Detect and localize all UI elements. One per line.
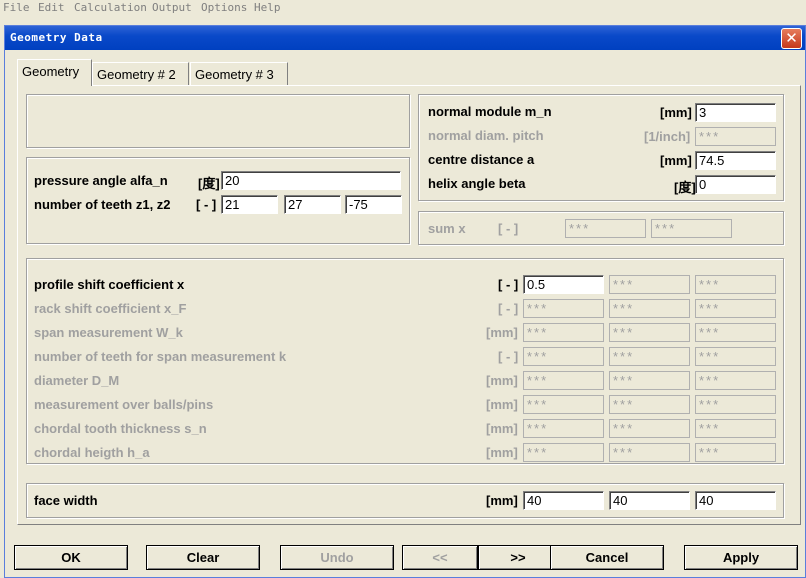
menu-output[interactable]: Output xyxy=(152,1,192,14)
chordal-height-label: chordal heigth h_a xyxy=(34,445,150,460)
span-measurement-input-1: *** xyxy=(523,323,604,342)
ok-button[interactable]: OK xyxy=(14,545,128,570)
span-teeth-input-3: *** xyxy=(695,347,776,366)
span-teeth-label: number of teeth for span measurement k xyxy=(34,349,287,364)
menu-options[interactable]: Options xyxy=(201,1,247,14)
centre-distance-input[interactable]: 74.5 xyxy=(695,151,776,170)
dialog-title: Geometry Data xyxy=(10,31,103,44)
span-measurement-input-3: *** xyxy=(695,323,776,342)
chordal-thickness-input-1: *** xyxy=(523,419,604,438)
teeth-count-unit: [ - ] xyxy=(196,197,217,212)
menu-help[interactable]: Help xyxy=(254,1,281,14)
helix-angle-unit: [度] xyxy=(674,180,696,195)
diameter-dm-unit: [mm] xyxy=(486,373,518,388)
chordal-height-input-3: *** xyxy=(695,443,776,462)
tab-geometry-3[interactable]: Geometry # 3 xyxy=(190,62,288,86)
pressure-angle-input[interactable]: 20 xyxy=(221,171,401,190)
balls-pins-input-2: *** xyxy=(609,395,690,414)
face-width-input-3[interactable]: 40 xyxy=(695,491,776,510)
diameter-dm-label: diameter D_M xyxy=(34,373,120,388)
diameter-dm-input-1: *** xyxy=(523,371,604,390)
profile-shift-unit: [ - ] xyxy=(498,277,519,292)
chordal-thickness-input-2: *** xyxy=(609,419,690,438)
teeth-z3-input[interactable]: -75 xyxy=(345,195,402,214)
normal-module-input[interactable]: 3 xyxy=(695,103,776,122)
face-width-input-1[interactable]: 40 xyxy=(523,491,604,510)
sum-x-unit: [ - ] xyxy=(498,221,519,236)
menu-calculation[interactable]: Calculation xyxy=(74,1,147,14)
next-button[interactable]: >> xyxy=(478,545,558,570)
rack-shift-unit: [ - ] xyxy=(498,301,519,316)
chordal-height-unit: [mm] xyxy=(486,445,518,460)
menu-edit[interactable]: Edit xyxy=(38,1,65,14)
pressure-angle-unit: [度] xyxy=(198,176,220,191)
balls-pins-label: measurement over balls/pins xyxy=(34,397,214,412)
helix-angle-input[interactable]: 0 xyxy=(695,175,776,194)
previous-button: << xyxy=(402,545,478,570)
cancel-button[interactable]: Cancel xyxy=(550,545,664,570)
diam-pitch-label: normal diam. pitch xyxy=(428,128,544,143)
sum-x-input-1: *** xyxy=(565,219,646,238)
close-icon[interactable]: ✕ xyxy=(781,28,802,49)
face-width-label: face width xyxy=(34,493,98,508)
tab-geometry[interactable]: Geometry xyxy=(17,59,92,86)
chordal-thickness-label: chordal tooth thickness s_n xyxy=(34,421,207,436)
teeth-z2-input[interactable]: 27 xyxy=(284,195,341,214)
balls-pins-unit: [mm] xyxy=(486,397,518,412)
teeth-count-label: number of teeth z1, z2 xyxy=(34,197,171,212)
diameter-dm-input-3: *** xyxy=(695,371,776,390)
chordal-height-input-2: *** xyxy=(609,443,690,462)
profile-shift-input-3: *** xyxy=(695,275,776,294)
centre-distance-unit: [mm] xyxy=(660,153,692,168)
chordal-thickness-unit: [mm] xyxy=(486,421,518,436)
rack-shift-input-1: *** xyxy=(523,299,604,318)
menu-bar: File Edit Calculation Output Options Hel… xyxy=(0,0,806,18)
profile-shift-input-1[interactable]: 0.5 xyxy=(523,275,604,294)
rack-shift-input-2: *** xyxy=(609,299,690,318)
helix-angle-label: helix angle beta xyxy=(428,176,526,191)
profile-shift-label: profile shift coefficient x xyxy=(34,277,185,292)
centre-distance-label: centre distance a xyxy=(428,152,535,167)
dialog-titlebar: Geometry Data ✕ xyxy=(5,26,805,50)
rack-shift-label: rack shift coefficient x_F xyxy=(34,301,187,316)
balls-pins-input-3: *** xyxy=(695,395,776,414)
chordal-height-input-1: *** xyxy=(523,443,604,462)
teeth-z1-input[interactable]: 21 xyxy=(221,195,278,214)
tab-geometry-2[interactable]: Geometry # 2 xyxy=(92,62,189,86)
pressure-angle-label: pressure angle alfa_n xyxy=(34,173,168,188)
span-measurement-unit: [mm] xyxy=(486,325,518,340)
apply-button[interactable]: Apply xyxy=(684,545,798,570)
rack-shift-input-3: *** xyxy=(695,299,776,318)
diameter-dm-input-2: *** xyxy=(609,371,690,390)
undo-button: Undo xyxy=(280,545,394,570)
span-measurement-label: span measurement W_k xyxy=(34,325,183,340)
normal-module-unit: [mm] xyxy=(660,105,692,120)
span-teeth-input-1: *** xyxy=(523,347,604,366)
sum-x-input-2: *** xyxy=(651,219,732,238)
clear-button[interactable]: Clear xyxy=(146,545,260,570)
sum-x-label: sum x xyxy=(428,221,466,236)
empty-group xyxy=(26,94,410,148)
profile-shift-input-2: *** xyxy=(609,275,690,294)
diam-pitch-unit: [1/inch] xyxy=(644,129,691,144)
chordal-thickness-input-3: *** xyxy=(695,419,776,438)
menu-file[interactable]: File xyxy=(3,1,30,14)
diam-pitch-input: *** xyxy=(695,127,776,146)
face-width-input-2[interactable]: 40 xyxy=(609,491,690,510)
normal-module-label: normal module m_n xyxy=(428,104,552,119)
span-measurement-input-2: *** xyxy=(609,323,690,342)
span-teeth-unit: [ - ] xyxy=(498,349,519,364)
span-teeth-input-2: *** xyxy=(609,347,690,366)
balls-pins-input-1: *** xyxy=(523,395,604,414)
face-width-unit: [mm] xyxy=(486,493,518,508)
